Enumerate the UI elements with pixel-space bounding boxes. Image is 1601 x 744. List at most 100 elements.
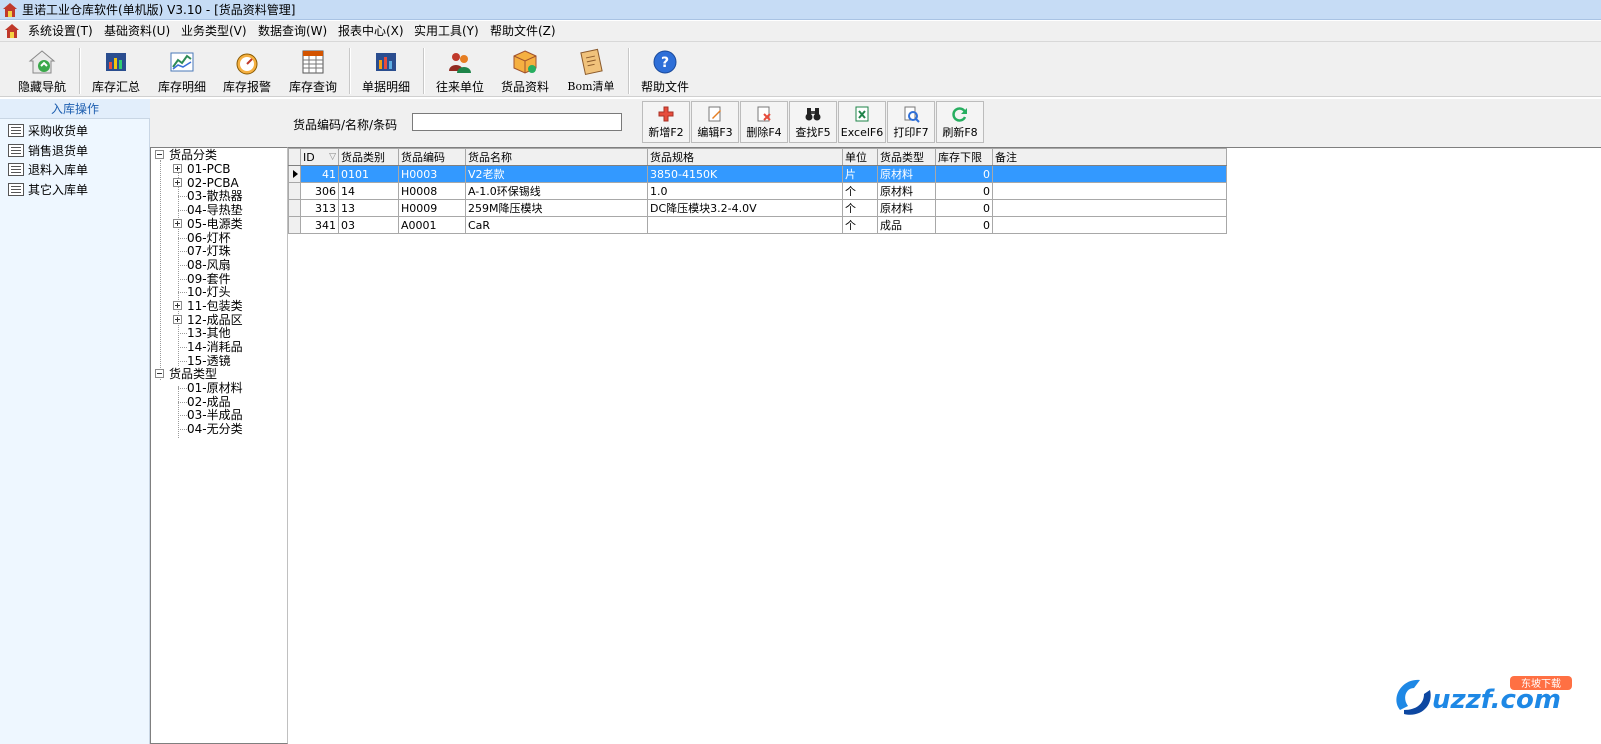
print-button[interactable]: 打印F7 bbox=[887, 101, 935, 143]
table-cell-id[interactable]: 313 bbox=[300, 199, 339, 217]
column-header-name[interactable]: 货品名称 bbox=[465, 148, 648, 166]
table-cell-code[interactable]: A0001 bbox=[398, 216, 466, 234]
table-cell-type[interactable]: 成品 bbox=[877, 216, 936, 234]
delete-button[interactable]: 删除F4 bbox=[740, 101, 788, 143]
nav-item-material-return[interactable]: 退料入库单 bbox=[8, 160, 146, 180]
column-header-min-stock[interactable]: 库存下限 bbox=[935, 148, 993, 166]
table-cell-min-stock[interactable]: 0 bbox=[935, 199, 993, 217]
edit-button[interactable]: 编辑F3 bbox=[691, 101, 739, 143]
table-cell-category[interactable]: 13 bbox=[338, 199, 399, 217]
table-cell-unit[interactable]: 个 bbox=[842, 182, 878, 200]
menu-business-type[interactable]: 业务类型(V) bbox=[181, 23, 247, 39]
toolbar-stock-summary-button[interactable]: 库存汇总 bbox=[86, 46, 146, 96]
table-row[interactable]: 313 13 H0009 259M降压模块 DC降压模块3.2-4.0V 个原材料 0 bbox=[288, 199, 1227, 217]
table-cell-spec[interactable]: 3850-4150K bbox=[647, 165, 843, 183]
toolbar-hide-nav-button[interactable]: 隐藏导航 bbox=[12, 46, 72, 96]
toolbar-goods-info-button[interactable]: 货品资料 bbox=[495, 46, 555, 96]
table-cell-id[interactable]: 306 bbox=[300, 182, 339, 200]
table-cell-note[interactable] bbox=[992, 165, 1227, 183]
nav-item-other-receipt[interactable]: 其它入库单 bbox=[8, 180, 146, 200]
table-cell-spec[interactable] bbox=[647, 216, 843, 234]
toolbar-bom-button[interactable]: Bom清单 bbox=[561, 46, 621, 96]
tree-expand-icon[interactable] bbox=[173, 164, 182, 173]
tree-node-label: 04-无分类 bbox=[187, 422, 243, 437]
table-cell-unit[interactable]: 片 bbox=[842, 165, 878, 183]
table-cell-id[interactable]: 41 bbox=[300, 165, 339, 183]
find-button[interactable]: 查找F5 bbox=[789, 101, 837, 143]
table-cell-name[interactable]: V2老款 bbox=[465, 165, 648, 183]
table-cell-unit[interactable]: 个 bbox=[842, 199, 878, 217]
tree-collapse-icon[interactable] bbox=[155, 150, 164, 159]
table-row[interactable]: 41 0101 H0003 V2老款 3850-4150K 片原材料 0 bbox=[288, 165, 1227, 183]
menu-data-query[interactable]: 数据查询(W) bbox=[258, 23, 327, 39]
tree-collapse-icon[interactable] bbox=[155, 369, 164, 378]
tree-expand-icon[interactable] bbox=[173, 301, 182, 310]
excel-button[interactable]: ExcelF6 bbox=[838, 101, 886, 143]
table-cell-note[interactable] bbox=[992, 199, 1227, 217]
table-cell-type[interactable]: 原材料 bbox=[877, 199, 936, 217]
refresh-button[interactable]: 刷新F8 bbox=[936, 101, 984, 143]
table-cell-type[interactable]: 原材料 bbox=[877, 182, 936, 200]
print-icon bbox=[904, 106, 920, 123]
toolbar-label: 库存报警 bbox=[222, 80, 271, 94]
table-row[interactable]: 341 03 A0001 CaR 个成品 0 bbox=[288, 216, 1227, 234]
toolbar-stock-detail-button[interactable]: 库存明细 bbox=[152, 46, 212, 96]
table-cell-category[interactable]: 0101 bbox=[338, 165, 399, 183]
column-header-category[interactable]: 货品类别 bbox=[338, 148, 399, 166]
table-cell-code[interactable]: H0008 bbox=[398, 182, 466, 200]
tree-expand-icon[interactable] bbox=[173, 314, 182, 324]
table-cell-note[interactable] bbox=[992, 216, 1227, 234]
table-cell-min-stock[interactable]: 0 bbox=[935, 165, 993, 183]
column-header-unit[interactable]: 单位 bbox=[842, 148, 878, 166]
toolbar-partners-button[interactable]: 往来单位 bbox=[430, 46, 490, 96]
nav-item-purchase-receipt[interactable]: 采购收货单 bbox=[8, 121, 146, 141]
menu-system-settings[interactable]: 系统设置(T) bbox=[28, 23, 93, 39]
table-row[interactable]: 306 14 H0008 A-1.0环保锡线 1.0 个原材料 0 bbox=[288, 182, 1227, 200]
table-cell-category[interactable]: 03 bbox=[338, 216, 399, 234]
menu-basic-data[interactable]: 基础资料(U) bbox=[104, 23, 170, 39]
tree-expand-icon[interactable] bbox=[173, 177, 182, 187]
table-cell-type[interactable]: 原材料 bbox=[877, 165, 936, 183]
menu-report-center[interactable]: 报表中心(X) bbox=[338, 23, 404, 39]
nav-section-header[interactable]: 入库操作 bbox=[0, 99, 150, 119]
tree-connector bbox=[178, 237, 187, 239]
table-cell-code[interactable]: H0009 bbox=[398, 199, 466, 217]
add-button[interactable]: 新增F2 bbox=[642, 101, 690, 143]
tree-node-label: 01-原材料 bbox=[187, 381, 243, 395]
nav-item-sales-return[interactable]: 销售退货单 bbox=[8, 141, 146, 161]
menu-utilities[interactable]: 实用工具(Y) bbox=[414, 23, 479, 39]
table-cell-code[interactable]: H0003 bbox=[398, 165, 466, 183]
menu-help-files[interactable]: 帮助文件(Z) bbox=[490, 23, 556, 39]
edit-icon bbox=[708, 106, 721, 122]
table-cell-spec[interactable]: 1.0 bbox=[647, 182, 843, 200]
category-tree[interactable]: 货品分类 01-PCB 02-PCBA 03-散热器 04-导热垫 05-电源类 06-灯… bbox=[150, 147, 288, 744]
column-header-note[interactable]: 备注 bbox=[992, 148, 1227, 166]
table-cell-id[interactable]: 341 bbox=[300, 216, 339, 234]
table-cell-note[interactable] bbox=[992, 182, 1227, 200]
column-header-spec[interactable]: 货品规格 bbox=[647, 148, 843, 166]
search-input[interactable] bbox=[412, 113, 622, 131]
goods-data-grid[interactable]: ID ▽ 货品类别 货品编码 货品名称 货品规格 单位 货品类型 库存下限 备注 … bbox=[288, 147, 1601, 744]
table-cell-spec[interactable]: DC降压模块3.2-4.0V bbox=[647, 199, 843, 217]
row-indicator[interactable] bbox=[288, 216, 301, 234]
toolbar-document-detail-button[interactable]: 单据明细 bbox=[356, 46, 416, 96]
column-header-code[interactable]: 货品编码 bbox=[398, 148, 466, 166]
toolbar-help-button[interactable]: ? 帮助文件 bbox=[635, 46, 695, 96]
tree-expand-icon[interactable] bbox=[173, 218, 182, 228]
toolbar-stock-query-button[interactable]: 库存查询 bbox=[283, 46, 343, 96]
tree-node-label: 03-半成品 bbox=[187, 408, 243, 423]
toolbar-label: Bom清单 bbox=[567, 80, 615, 93]
column-header-type[interactable]: 货品类型 bbox=[877, 148, 936, 166]
row-indicator[interactable] bbox=[288, 165, 301, 183]
table-cell-name[interactable]: A-1.0环保锡线 bbox=[465, 182, 648, 200]
column-header-id[interactable]: ID ▽ bbox=[300, 148, 339, 166]
table-cell-category[interactable]: 14 bbox=[338, 182, 399, 200]
row-indicator[interactable] bbox=[288, 199, 301, 217]
table-cell-min-stock[interactable]: 0 bbox=[935, 182, 993, 200]
table-cell-min-stock[interactable]: 0 bbox=[935, 216, 993, 234]
row-indicator[interactable] bbox=[288, 182, 301, 200]
table-cell-name[interactable]: CaR bbox=[465, 216, 648, 234]
toolbar-stock-alert-button[interactable]: 库存报警 bbox=[217, 46, 277, 96]
table-cell-name[interactable]: 259M降压模块 bbox=[465, 199, 648, 217]
table-cell-unit[interactable]: 个 bbox=[842, 216, 878, 234]
